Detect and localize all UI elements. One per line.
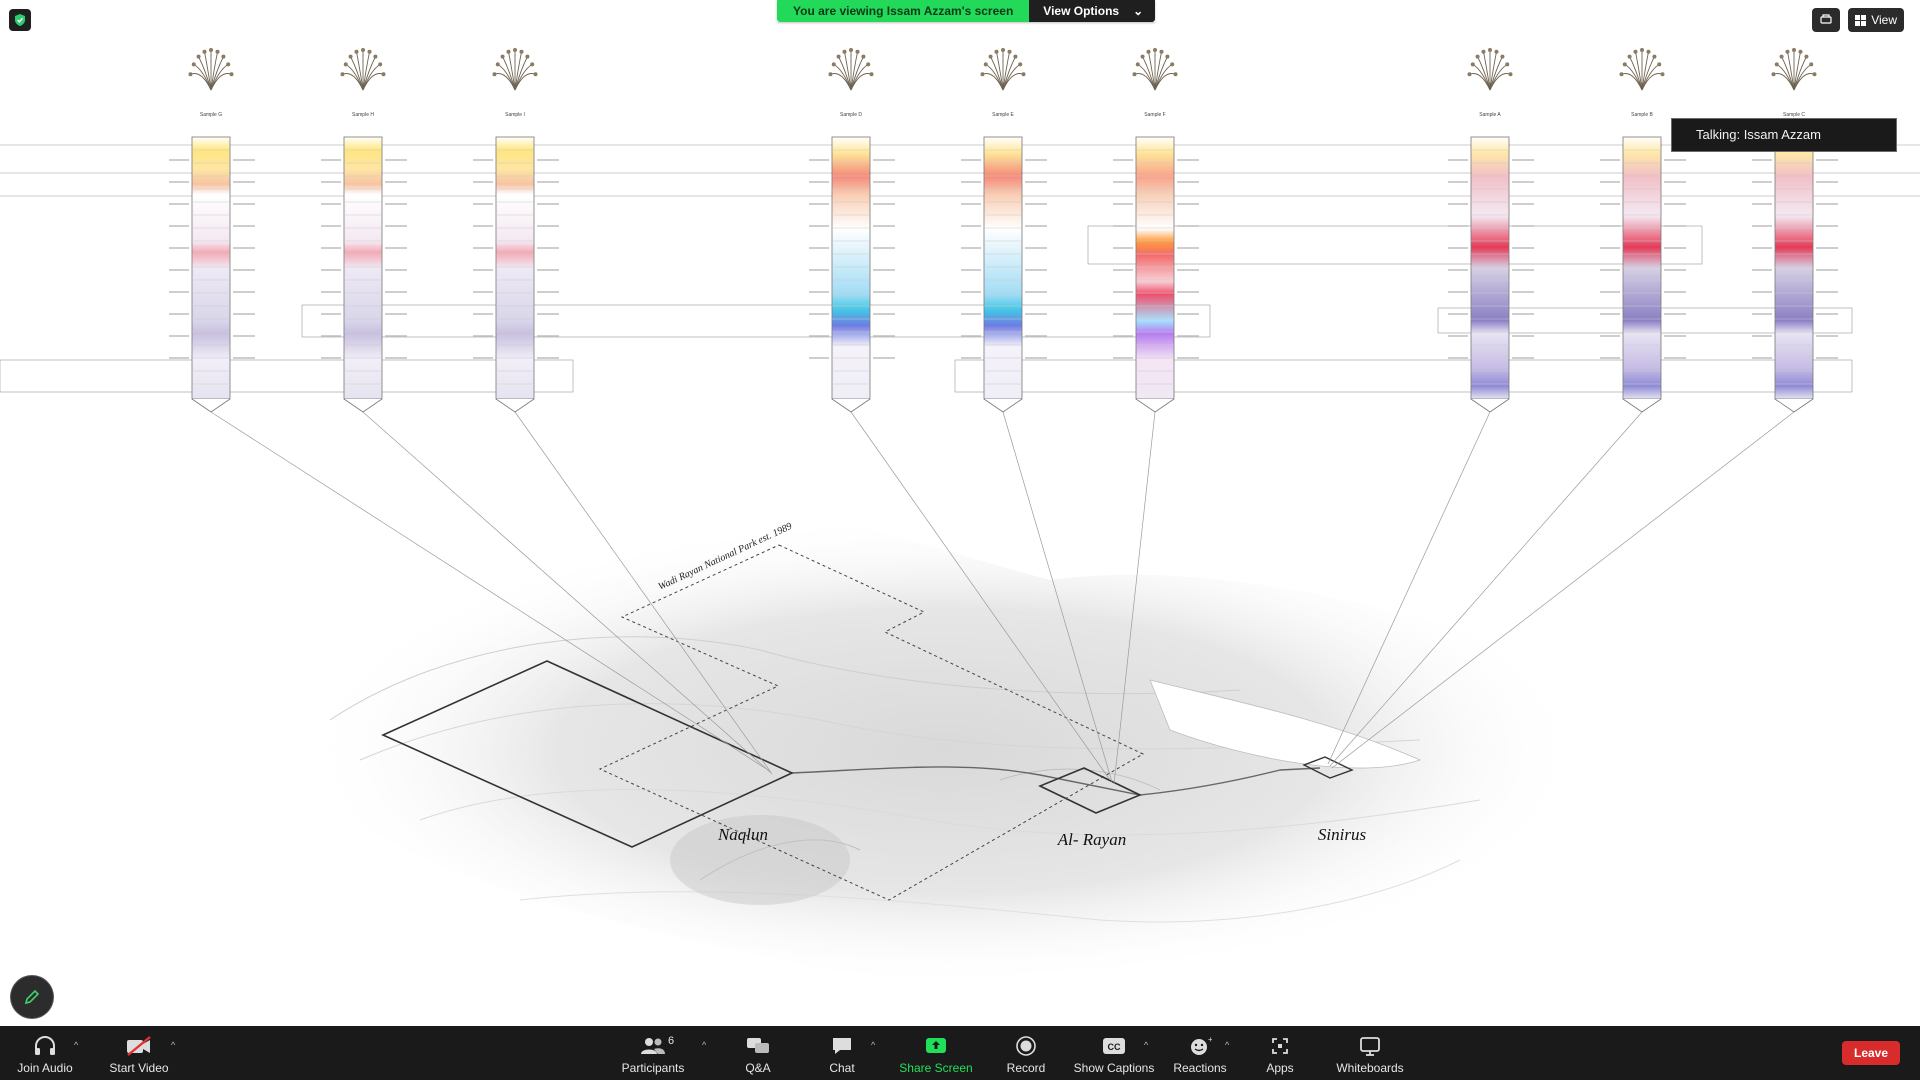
view-icon bbox=[1855, 14, 1867, 26]
shared-screen-content: Sample G Sample H Sample I Sample D Sample E… bbox=[0, 0, 1920, 1026]
reactions-label: Reactions bbox=[1173, 1061, 1227, 1075]
annotate-button[interactable] bbox=[11, 976, 53, 1018]
start-video-label: Start Video bbox=[109, 1061, 169, 1075]
sample-label: Sample B bbox=[1631, 112, 1653, 118]
qa-button[interactable]: Q&A bbox=[728, 1026, 788, 1080]
plant-sketch bbox=[340, 48, 386, 91]
sample-label: Sample F bbox=[1144, 112, 1165, 118]
plant-sketch bbox=[188, 48, 234, 91]
sample-column bbox=[191, 136, 231, 400]
start-video-button[interactable]: Start Video bbox=[104, 1026, 174, 1080]
whiteboards-label: Whiteboards bbox=[1336, 1061, 1404, 1075]
share-screen-button[interactable]: Share Screen bbox=[896, 1026, 976, 1080]
participants-icon bbox=[641, 1038, 665, 1054]
sample-label: Sample H bbox=[352, 112, 374, 118]
sample-label: Sample E bbox=[992, 112, 1014, 118]
share-screen-label: Share Screen bbox=[899, 1061, 973, 1075]
record-label: Record bbox=[1006, 1061, 1046, 1075]
pin-icon bbox=[1820, 14, 1832, 24]
sample-column bbox=[495, 136, 535, 400]
site-label: Sinirus bbox=[1318, 825, 1367, 844]
chevron-down-icon: ⌄ bbox=[1133, 4, 1144, 18]
plant-sketch bbox=[1467, 48, 1513, 91]
reactions-button[interactable]: + Reactions bbox=[1168, 1026, 1232, 1080]
map-drawing: Sample G Sample H Sample I Sample D Sample E… bbox=[0, 48, 1920, 987]
sample-column bbox=[1774, 136, 1814, 400]
share-screen-icon bbox=[926, 1038, 946, 1053]
sample-label: Sample G bbox=[200, 112, 222, 118]
shield-icon[interactable] bbox=[9, 9, 31, 31]
leave-button[interactable]: Leave bbox=[1842, 1041, 1900, 1065]
chat-icon bbox=[833, 1038, 851, 1054]
participants-label: Participants bbox=[621, 1061, 685, 1075]
sample-label: Sample I bbox=[505, 112, 525, 118]
pencil-icon bbox=[24, 989, 40, 1005]
share-banner-message: You are viewing Issam Azzam's screen bbox=[777, 0, 1030, 22]
participants-count: 6 bbox=[668, 1035, 675, 1047]
apps-label: Apps bbox=[1266, 1061, 1294, 1075]
record-button[interactable]: Record bbox=[996, 1026, 1056, 1080]
plant-sketch bbox=[828, 48, 874, 91]
view-button[interactable]: View bbox=[1848, 8, 1904, 32]
talking-indicator: Talking: Issam Azzam bbox=[1671, 118, 1897, 152]
top-right-controls: View bbox=[1812, 8, 1904, 32]
qa-icon bbox=[747, 1038, 769, 1053]
video-off-icon bbox=[127, 1036, 151, 1056]
join-audio-button[interactable]: Join Audio bbox=[10, 1026, 80, 1080]
sample-column bbox=[1622, 136, 1662, 400]
plant-sketch bbox=[1132, 48, 1178, 91]
sample-column bbox=[1470, 136, 1510, 400]
whiteboards-icon bbox=[1360, 1037, 1380, 1056]
reactions-icon: + bbox=[1191, 1035, 1212, 1055]
qa-label: Q&A bbox=[745, 1061, 771, 1075]
sample-column bbox=[831, 136, 871, 400]
reactions-options-caret[interactable]: ^ bbox=[1225, 1040, 1229, 1050]
headphones-icon bbox=[35, 1036, 55, 1055]
screen-share-banner: You are viewing Issam Azzam's screen Vie… bbox=[777, 0, 1156, 22]
chat-label: Chat bbox=[829, 1061, 855, 1075]
chat-button[interactable]: Chat bbox=[812, 1026, 872, 1080]
sample-column bbox=[1135, 136, 1175, 400]
apps-button[interactable]: Apps bbox=[1250, 1026, 1310, 1080]
participants-options-caret[interactable]: ^ bbox=[702, 1040, 706, 1050]
audio-options-caret[interactable]: ^ bbox=[74, 1040, 78, 1050]
sample-label: Sample D bbox=[840, 112, 862, 118]
chat-options-caret[interactable]: ^ bbox=[871, 1040, 875, 1050]
show-captions-button[interactable]: CC Show Captions bbox=[1070, 1026, 1158, 1080]
plant-sketch bbox=[980, 48, 1026, 91]
sample-label: Sample A bbox=[1479, 112, 1501, 118]
svg-text:+: + bbox=[1208, 1035, 1212, 1044]
sample-columns: Sample G Sample H Sample I Sample D Sample E… bbox=[0, 48, 1920, 413]
plant-sketch bbox=[492, 48, 538, 91]
svg-text:CC: CC bbox=[1108, 1042, 1121, 1052]
view-options-label: View Options bbox=[1043, 4, 1120, 18]
site-label: Naqlun bbox=[717, 825, 768, 844]
video-options-caret[interactable]: ^ bbox=[171, 1040, 175, 1050]
pin-button[interactable] bbox=[1812, 8, 1841, 32]
whiteboards-button[interactable]: Whiteboards bbox=[1330, 1026, 1410, 1080]
join-audio-label: Join Audio bbox=[17, 1061, 73, 1075]
plant-sketch bbox=[1771, 48, 1817, 91]
captions-icon: CC bbox=[1103, 1038, 1125, 1054]
sample-column bbox=[983, 136, 1023, 400]
terrain-relief bbox=[300, 514, 1588, 987]
participants-button[interactable]: Participants bbox=[616, 1026, 690, 1080]
meeting-toolbar: Join Audio ^ Start Video ^ Participants … bbox=[0, 1026, 1920, 1080]
record-icon bbox=[1016, 1036, 1036, 1056]
view-label: View bbox=[1871, 13, 1897, 27]
captions-options-caret[interactable]: ^ bbox=[1144, 1040, 1148, 1050]
plant-sketch bbox=[1619, 48, 1665, 91]
show-captions-label: Show Captions bbox=[1073, 1061, 1155, 1075]
apps-icon bbox=[1272, 1038, 1288, 1054]
view-options-button[interactable]: View Options ⌄ bbox=[1029, 0, 1156, 22]
sample-column bbox=[343, 136, 383, 400]
site-label: Al- Rayan bbox=[1057, 830, 1126, 849]
